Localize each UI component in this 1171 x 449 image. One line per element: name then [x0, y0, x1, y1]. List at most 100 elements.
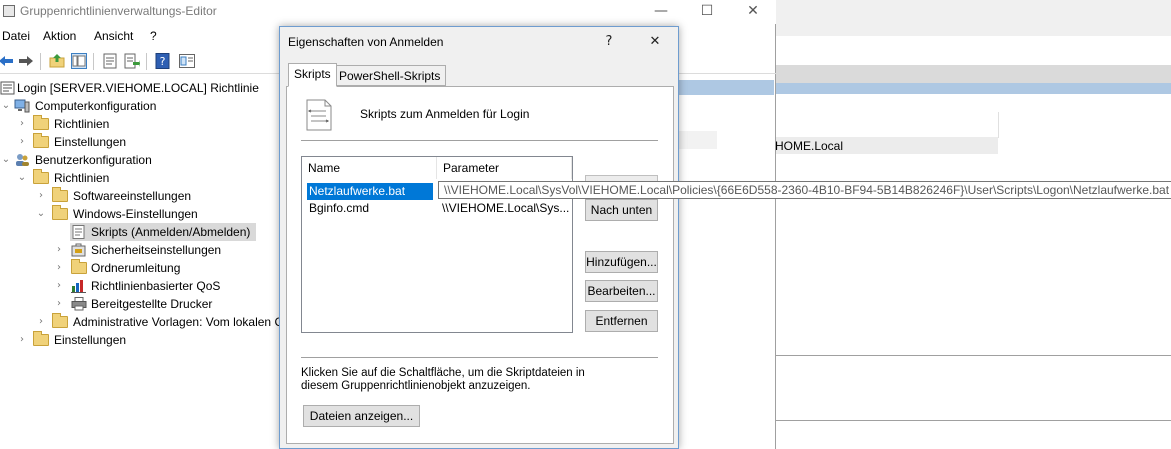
forward-arrow-icon[interactable]: [18, 53, 34, 69]
column-header-name[interactable]: Name: [302, 157, 437, 179]
background-list-row[interactable]: HOME.Local: [775, 137, 998, 154]
tree-item-label: Richtlinien: [54, 117, 110, 131]
column-header-parameter[interactable]: Parameter: [437, 157, 572, 179]
export-list-icon[interactable]: [124, 53, 140, 69]
background-header: [776, 65, 1171, 83]
chevron-down-icon[interactable]: ⌄: [1, 97, 11, 115]
folder-icon: [52, 187, 68, 202]
folder-icon: [33, 115, 49, 130]
tree-item-label: Benutzerkonfiguration: [35, 153, 152, 167]
row-parameter: \\VIEHOME.Local\Sys...: [442, 201, 570, 215]
security-icon: [71, 243, 86, 257]
tree-item-computer-config[interactable]: ⌄ Computerkonfiguration: [0, 97, 280, 115]
background-window: HOME.Local: [775, 0, 1171, 449]
folder-icon: [71, 259, 87, 274]
back-arrow-icon[interactable]: [0, 53, 14, 69]
chevron-down-icon[interactable]: ⌄: [17, 169, 27, 187]
folder-icon: [52, 205, 68, 220]
chevron-right-icon[interactable]: ›: [54, 295, 64, 313]
minimize-button[interactable]: —: [638, 0, 684, 24]
tab-powershell-skripts[interactable]: PowerShell-Skripts: [333, 65, 447, 86]
tree-item-label: Login [SERVER.VIEHOME.LOCAL] Richtlinie: [17, 81, 259, 95]
background-separator: [776, 420, 1171, 421]
tree-item-label: Einstellungen: [54, 333, 127, 347]
tree-item-label: Softwareeinstellungen: [73, 189, 192, 203]
chevron-right-icon[interactable]: ›: [36, 187, 46, 205]
script-icon: [72, 225, 85, 239]
divider: [301, 140, 658, 141]
chevron-right-icon[interactable]: ›: [54, 241, 64, 259]
menu-datei[interactable]: Datei: [2, 29, 30, 43]
toolbar-separator: [93, 53, 94, 70]
tree-item-label: Windows-Einstellungen: [73, 207, 198, 221]
dialog-title: Eigenschaften von Anmelden: [288, 35, 444, 49]
properties-icon[interactable]: [102, 53, 118, 69]
tree-item-label: Sicherheitseinstellungen: [91, 243, 222, 257]
tree-item-root[interactable]: Login [SERVER.VIEHOME.LOCAL] Richtlinie: [0, 79, 280, 97]
tree-item-security-settings[interactable]: › Sicherheitseinstellungen: [0, 241, 280, 259]
computer-icon: [14, 99, 30, 113]
tree-item-user-policies[interactable]: ⌄ Richtlinien: [0, 169, 280, 187]
view-icon[interactable]: [179, 53, 195, 69]
edit-button[interactable]: Bearbeiten...: [585, 280, 658, 302]
menu-aktion[interactable]: Aktion: [43, 29, 76, 43]
menu-help[interactable]: ?: [150, 29, 157, 43]
svg-text:?: ?: [160, 55, 166, 68]
toolbar-separator: [146, 53, 147, 70]
tree-item-label: Richtlinien: [54, 171, 110, 185]
tree-item-label: Ordnerumleitung: [91, 261, 181, 275]
list-row-bg: [679, 131, 717, 149]
chevron-down-icon[interactable]: ⌄: [1, 151, 11, 169]
folder-icon: [52, 313, 68, 328]
move-down-button[interactable]: Nach unten: [585, 199, 658, 221]
close-button[interactable]: ✕: [730, 0, 776, 24]
folder-icon: [33, 331, 49, 346]
chevron-right-icon[interactable]: ›: [36, 313, 46, 331]
tree-item-software-settings[interactable]: › Softwareeinstellungen: [0, 187, 280, 205]
chevron-right-icon[interactable]: ›: [54, 277, 64, 295]
tab-skripts[interactable]: Skripts: [288, 63, 337, 87]
tree-item-windows-settings[interactable]: ⌄ Windows-Einstellungen: [0, 205, 280, 223]
properties-dialog: Eigenschaften von Anmelden ? ✕ Skripts P…: [279, 26, 679, 449]
info-text-line: Klicken Sie auf die Schaltfläche, um die…: [301, 367, 585, 379]
chevron-down-icon[interactable]: ⌄: [36, 205, 46, 223]
tree-item-folder-redirection[interactable]: › Ordnerumleitung: [0, 259, 280, 277]
tree-item-label: Richtlinienbasierter QoS: [91, 279, 221, 293]
tree-view: Login [SERVER.VIEHOME.LOCAL] Richtlinie …: [0, 78, 280, 449]
chevron-right-icon[interactable]: ›: [17, 115, 27, 133]
chevron-right-icon[interactable]: ›: [17, 331, 27, 349]
dialog-help-button[interactable]: ?: [598, 31, 620, 53]
tree-item-printers[interactable]: › Bereitgestellte Drucker: [0, 295, 280, 313]
script-file-icon: [306, 99, 332, 131]
chevron-right-icon[interactable]: ›: [17, 133, 27, 151]
show-files-button[interactable]: Dateien anzeigen...: [303, 405, 420, 427]
maximize-button[interactable]: ☐: [684, 0, 730, 24]
column-header-strip: [679, 80, 774, 95]
help-icon[interactable]: ?: [155, 53, 171, 69]
chart-icon: [71, 280, 86, 293]
remove-button[interactable]: Entfernen: [585, 310, 658, 332]
show-hide-tree-icon[interactable]: [71, 53, 87, 69]
chevron-right-icon[interactable]: ›: [54, 259, 64, 277]
tree-item-user-settings[interactable]: › Einstellungen: [0, 331, 280, 349]
tree-item-label: Skripts (Anmelden/Abmelden): [91, 225, 251, 239]
tree-item-admin-templates[interactable]: › Administrative Vorlagen: Vom lokalen C: [0, 313, 280, 331]
list-row[interactable]: Bginfo.cmd \\VIEHOME.Local\Sys...: [307, 200, 572, 217]
tree-item-computer-settings[interactable]: › Einstellungen: [0, 133, 280, 151]
row-name: Netzlaufwerke.bat: [309, 184, 406, 198]
dialog-close-button[interactable]: ✕: [644, 31, 666, 53]
tree-item-scripts[interactable]: Skripts (Anmelden/Abmelden): [0, 223, 280, 241]
background-titlebar: [776, 0, 1171, 36]
background-divider: [998, 112, 999, 138]
tree-item-user-config[interactable]: ⌄ Benutzerkonfiguration: [0, 151, 280, 169]
up-folder-icon[interactable]: [49, 53, 65, 69]
background-row-text: HOME.Local: [775, 139, 844, 153]
menu-ansicht[interactable]: Ansicht: [94, 29, 133, 43]
tree-item-label: Bereitgestellte Drucker: [91, 297, 213, 311]
app-icon: [3, 5, 15, 17]
title-bar: Gruppenrichtlinienverwaltungs-Editor — ☐…: [0, 0, 776, 24]
add-button[interactable]: Hinzufügen...: [585, 251, 658, 273]
list-row-selected[interactable]: Netzlaufwerke.bat: [307, 183, 433, 200]
tree-item-computer-policies[interactable]: › Richtlinien: [0, 115, 280, 133]
tree-item-qos[interactable]: › Richtlinienbasierter QoS: [0, 277, 280, 295]
